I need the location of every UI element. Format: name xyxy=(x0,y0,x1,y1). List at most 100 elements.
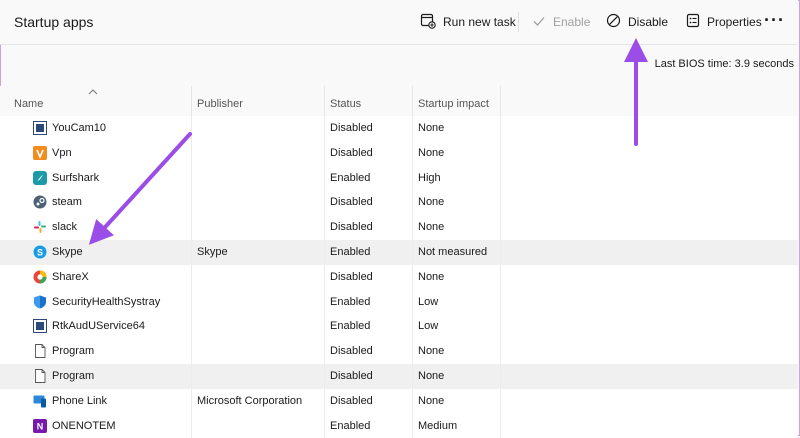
status: Disabled xyxy=(330,221,373,234)
column-divider xyxy=(500,86,501,116)
publisher: Skype xyxy=(197,246,228,258)
column-divider xyxy=(412,215,413,240)
column-divider xyxy=(500,339,501,364)
app-name: ShareX xyxy=(52,270,89,283)
column-divider xyxy=(324,165,325,191)
column-divider xyxy=(324,364,325,389)
column-divider xyxy=(500,388,501,414)
skype-icon: S xyxy=(33,245,47,259)
table-row[interactable]: slack Disabled None xyxy=(0,215,798,240)
column-divider xyxy=(500,165,501,191)
column-divider xyxy=(324,413,325,438)
publisher: Microsoft Corporation xyxy=(197,394,303,407)
column-divider xyxy=(324,140,325,166)
column-divider xyxy=(191,339,192,364)
table-row[interactable]: steam Disabled None xyxy=(0,190,798,216)
toolbar: Startup apps Run new task Enable Disable… xyxy=(0,0,798,45)
app-name: Program xyxy=(52,345,95,358)
column-header-publisher[interactable]: Publisher xyxy=(197,98,243,110)
column-divider xyxy=(324,264,325,290)
run-new-task-button[interactable]: Run new task xyxy=(420,13,516,31)
status: Enabled xyxy=(330,419,371,432)
more-options-button[interactable]: ··· xyxy=(764,10,785,31)
app-name: RtkAudUService64 xyxy=(52,320,145,333)
column-divider xyxy=(324,240,325,265)
column-divider xyxy=(500,364,501,389)
column-divider xyxy=(191,289,192,315)
table-header: Name Publisher Status Startup impact xyxy=(0,86,798,116)
table-row[interactable]: Program Disabled None xyxy=(0,339,798,364)
app-name: YouCam10 xyxy=(52,122,107,134)
column-divider xyxy=(412,314,413,340)
startup-impact: None xyxy=(418,370,445,382)
startup-impact: None xyxy=(418,221,445,234)
table-row[interactable]: RtkAudUService64 Enabled Low xyxy=(0,314,798,340)
enable-button[interactable]: Enable xyxy=(532,13,590,31)
column-divider xyxy=(412,240,413,265)
status: Disabled xyxy=(330,146,373,159)
column-divider xyxy=(412,413,413,438)
column-divider xyxy=(412,264,413,290)
table-row[interactable]: Phone Link Microsoft Corporation Disabled N… xyxy=(0,388,798,414)
status: Disabled xyxy=(330,270,373,283)
column-header-startup-impact[interactable]: Startup impact xyxy=(418,98,489,110)
table-row[interactable]: Vpn Disabled None xyxy=(0,140,798,166)
disable-icon xyxy=(606,13,621,31)
svg-text:N: N xyxy=(37,421,44,431)
column-divider xyxy=(412,388,413,414)
startup-impact: None xyxy=(418,146,445,159)
steam-icon xyxy=(33,195,47,209)
app-name: SecurityHealthSystray xyxy=(52,295,161,308)
column-divider xyxy=(500,413,501,438)
table-row[interactable]: Program Disabled None xyxy=(0,364,798,389)
column-divider xyxy=(191,86,192,116)
status: Disabled xyxy=(330,196,373,209)
startup-impact: Low xyxy=(418,295,439,308)
column-divider xyxy=(500,116,501,141)
app-name: ONENOTEM xyxy=(52,419,116,432)
column-divider xyxy=(412,116,413,141)
column-header-status[interactable]: Status xyxy=(330,98,361,110)
column-divider xyxy=(324,289,325,315)
vpn-icon xyxy=(33,145,47,160)
column-divider xyxy=(500,314,501,340)
column-header-name[interactable]: Name xyxy=(14,98,43,110)
startup-impact: Not measured xyxy=(418,246,488,258)
column-divider xyxy=(191,116,192,141)
status: Disabled xyxy=(330,345,373,358)
column-divider xyxy=(191,165,192,191)
column-divider xyxy=(500,264,501,290)
status: Enabled xyxy=(330,246,371,258)
app-name: Phone Link xyxy=(52,394,108,407)
enable-label: Enable xyxy=(553,15,591,29)
bios-time-label: Last BIOS time: xyxy=(654,58,732,70)
column-divider xyxy=(191,215,192,240)
slack-icon xyxy=(33,220,47,234)
table-row[interactable]: ShareX Disabled None xyxy=(0,264,798,290)
table-row[interactable]: SecurityHealthSystray Enabled Low xyxy=(0,289,798,315)
properties-button[interactable]: Properties xyxy=(686,13,762,31)
run-new-task-label: Run new task xyxy=(443,15,516,29)
column-divider xyxy=(191,388,192,414)
table-row[interactable]: N ONENOTEM Enabled Medium xyxy=(0,413,798,438)
column-divider xyxy=(412,339,413,364)
disable-button[interactable]: Disable xyxy=(606,13,668,31)
sharex-icon xyxy=(33,270,47,284)
startup-impact: None xyxy=(418,345,445,358)
table-row[interactable]: Surfshark Enabled High xyxy=(0,165,798,191)
column-divider xyxy=(191,264,192,290)
table-row[interactable]: S Skype Skype Enabled Not measured xyxy=(0,240,798,265)
run-task-icon xyxy=(420,13,436,32)
file-icon xyxy=(33,369,47,383)
status: Enabled xyxy=(330,171,371,184)
column-divider xyxy=(412,364,413,389)
disable-label: Disable xyxy=(628,15,669,29)
column-divider xyxy=(324,86,325,116)
startup-impact: None xyxy=(418,122,445,134)
table-row[interactable]: YouCam10 Disabled None xyxy=(0,116,798,141)
column-divider xyxy=(412,190,413,216)
column-divider xyxy=(412,86,413,116)
properties-label: Properties xyxy=(707,15,762,29)
app-name: Skype xyxy=(52,246,83,258)
column-divider xyxy=(191,140,192,166)
